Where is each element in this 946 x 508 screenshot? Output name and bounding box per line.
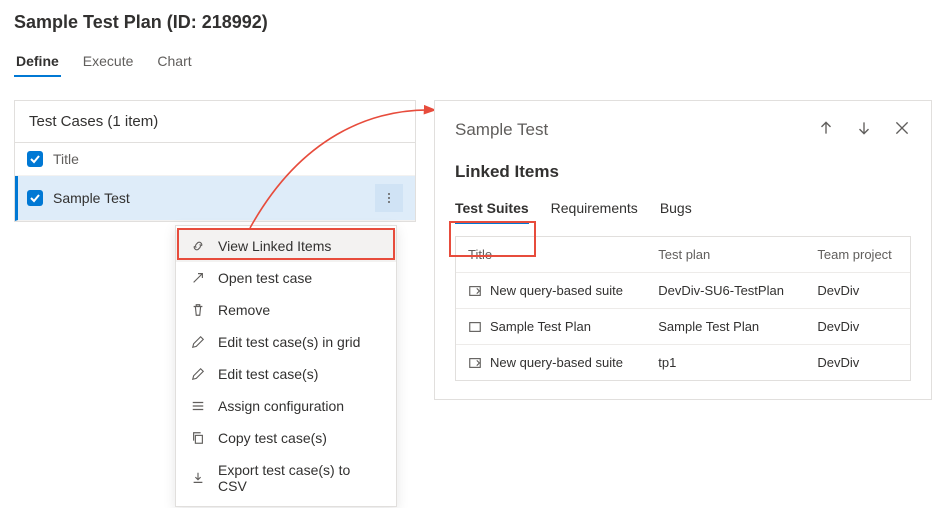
menu-label: Assign configuration [218,398,344,414]
link-icon [190,238,206,254]
cell-project: DevDiv [805,309,910,345]
menu-label: Remove [218,302,270,318]
copy-icon [190,430,206,446]
more-actions-button[interactable] [375,184,403,212]
cell-plan: Sample Test Plan [646,309,805,345]
menu-label: View Linked Items [218,238,331,254]
checkbox-row[interactable] [27,190,43,206]
cell-plan: DevDiv-SU6-TestPlan [646,273,805,309]
cell-project: DevDiv [805,345,910,381]
tab-chart[interactable]: Chart [155,47,193,77]
tab-bugs[interactable]: Bugs [660,196,692,224]
tab-execute[interactable]: Execute [81,47,136,77]
main-tabs: Define Execute Chart [0,39,946,77]
linked-items-table: Title Test plan Team project New query-b… [455,236,911,381]
query-suite-icon [468,356,482,370]
arrow-down-icon[interactable] [855,119,873,140]
close-icon[interactable] [893,119,911,140]
checkbox-all[interactable] [27,151,43,167]
pencil-icon [190,366,206,382]
query-suite-icon [468,284,482,298]
table-row[interactable]: Sample Test [15,176,415,221]
menu-label: Open test case [218,270,312,286]
menu-export-csv[interactable]: Export test case(s) to CSV [176,454,396,502]
panel-subtitle: Linked Items [455,162,911,182]
table-row[interactable]: New query-based suite DevDiv-SU6-TestPla… [456,273,910,309]
menu-remove[interactable]: Remove [176,294,396,326]
trash-icon [190,302,206,318]
panel-header: Sample Test [455,119,911,140]
linked-items-panel: Sample Test Linked Items Test Suites Req… [434,100,932,400]
menu-open-test-case[interactable]: Open test case [176,262,396,294]
menu-label: Edit test case(s) [218,366,318,382]
col-team-project: Team project [805,237,910,273]
menu-edit-grid[interactable]: Edit test case(s) in grid [176,326,396,358]
column-title: Title [53,151,403,167]
tab-test-suites[interactable]: Test Suites [455,196,529,224]
download-icon [190,470,206,486]
menu-copy[interactable]: Copy test case(s) [176,422,396,454]
menu-label: Export test case(s) to CSV [218,462,382,494]
context-menu: View Linked Items Open test case Remove … [175,225,397,507]
cell-plan: tp1 [646,345,805,381]
row-title: Sample Test [53,190,365,206]
tab-requirements[interactable]: Requirements [551,196,638,224]
table-header-row: Title [15,143,415,176]
col-test-plan: Test plan [646,237,805,273]
table-row[interactable]: New query-based suite tp1 DevDiv [456,345,910,381]
table-row[interactable]: Sample Test Plan Sample Test Plan DevDiv [456,309,910,345]
cell-project: DevDiv [805,273,910,309]
cell-title: New query-based suite [490,355,623,370]
menu-view-linked-items[interactable]: View Linked Items [176,230,396,262]
menu-label: Edit test case(s) in grid [218,334,360,350]
page-title: Sample Test Plan (ID: 218992) [0,0,946,39]
config-icon [190,398,206,414]
arrow-up-icon[interactable] [817,119,835,140]
panel-title: Sample Test [455,120,817,140]
pencil-icon [190,334,206,350]
test-cases-panel: Test Cases (1 item) Title Sample Test [14,100,416,222]
tab-define[interactable]: Define [14,47,61,77]
col-title: Title [456,237,646,273]
panel-tabs: Test Suites Requirements Bugs [455,196,911,224]
static-suite-icon [468,320,482,334]
menu-assign-config[interactable]: Assign configuration [176,390,396,422]
more-vertical-icon [388,193,390,203]
open-icon [190,270,206,286]
cell-title: Sample Test Plan [490,319,591,334]
menu-label: Copy test case(s) [218,430,327,446]
test-cases-heading: Test Cases (1 item) [15,101,415,143]
cell-title: New query-based suite [490,283,623,298]
menu-edit-test-cases[interactable]: Edit test case(s) [176,358,396,390]
